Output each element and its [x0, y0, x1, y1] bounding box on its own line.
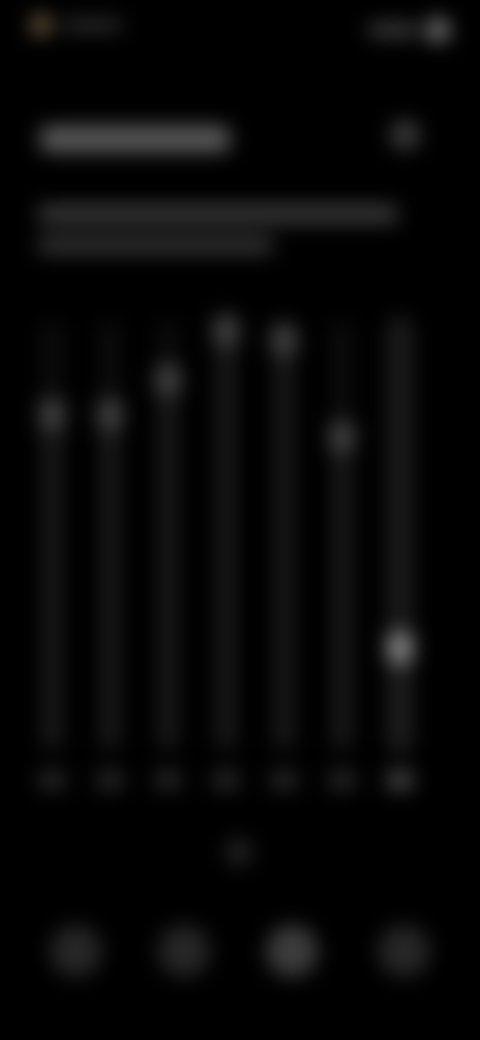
day-label [270, 770, 298, 790]
bar-track [271, 320, 297, 750]
day-label [96, 770, 124, 790]
bar-fill [101, 398, 119, 750]
battery-icon [426, 18, 450, 42]
bar-day-3[interactable] [146, 300, 190, 790]
home-icon[interactable] [50, 925, 102, 977]
summary-text-line [38, 236, 273, 254]
bar-value-cap [387, 631, 413, 665]
signal-icon [368, 24, 418, 36]
bar-day-7[interactable] [378, 300, 422, 790]
summary-text-line [38, 205, 398, 223]
bar-track [329, 320, 355, 750]
bar-fill [275, 323, 293, 750]
bar-track [387, 320, 413, 750]
bar-day-6[interactable] [320, 300, 364, 790]
add-icon[interactable] [266, 925, 318, 977]
stats-icon[interactable] [158, 925, 210, 977]
day-label [38, 770, 66, 790]
bar-track [213, 314, 239, 750]
day-label [154, 770, 182, 790]
bar-value-cap [97, 398, 123, 432]
day-label [386, 770, 414, 790]
bar-track [97, 320, 123, 750]
bar-track [155, 320, 181, 750]
app-dot-icon [30, 14, 52, 36]
bar-value-cap [39, 398, 65, 432]
day-label [212, 770, 240, 790]
app-screen [0, 0, 480, 1040]
profile-icon[interactable] [378, 925, 430, 977]
page-title [40, 126, 230, 152]
bar-value-cap [271, 323, 297, 357]
bar-value-cap [155, 363, 181, 397]
chart-indicator-icon[interactable] [225, 838, 253, 866]
bar-track [39, 320, 65, 750]
weekly-bar-chart [30, 300, 450, 790]
menu-icon[interactable] [390, 120, 420, 150]
bar-day-1[interactable] [30, 300, 74, 790]
bar-value-cap [329, 420, 355, 454]
bar-fill [333, 420, 351, 750]
bar-fill [217, 314, 235, 750]
bar-value-cap [213, 314, 239, 348]
bottom-navigation [0, 925, 480, 995]
bar-day-4[interactable] [204, 300, 248, 790]
bar-fill [159, 363, 177, 750]
status-time [62, 20, 122, 30]
bar-day-5[interactable] [262, 300, 306, 790]
bar-day-2[interactable] [88, 300, 132, 790]
bar-fill [43, 398, 61, 750]
status-bar-left [30, 14, 122, 36]
status-bar-right [368, 18, 450, 42]
day-label [328, 770, 356, 790]
